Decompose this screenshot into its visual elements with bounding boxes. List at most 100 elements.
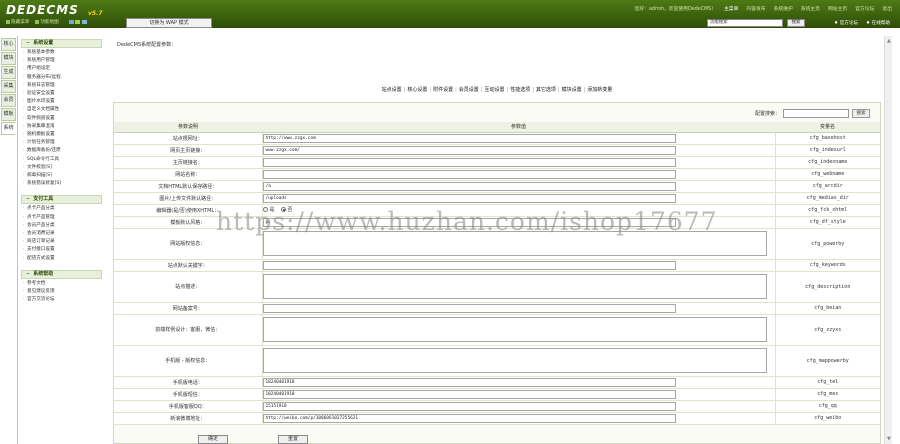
function-search-input[interactable]: 功能搜索 xyxy=(707,19,783,27)
nav-forum[interactable]: 官方论坛 xyxy=(855,5,874,12)
vtab-template[interactable]: 模板 xyxy=(1,108,16,121)
param-text-input[interactable]: www.zzgx.com/ xyxy=(262,145,676,155)
table-row: 图片/上传文件默认路径：/uploads cfg_medias_dir xyxy=(114,192,880,205)
reset-button[interactable]: 重置 xyxy=(278,435,308,444)
vtab-core[interactable]: 核心 xyxy=(1,38,16,51)
menu-item[interactable]: 系统日志管理 xyxy=(18,82,105,90)
menu-item[interactable]: 计划任务管理 xyxy=(18,139,105,147)
menu-group-title[interactable]: − 系统设置 xyxy=(21,39,102,48)
config-tab[interactable]: 模块设置 xyxy=(562,87,582,93)
menu-item[interactable]: 软件频道设置 xyxy=(18,115,105,123)
vtab-collect[interactable]: 采集 xyxy=(1,80,16,93)
config-tab[interactable]: 其它选项 xyxy=(536,87,556,93)
radio-option[interactable]: 否 xyxy=(280,206,293,213)
param-text-input[interactable]: 18240401918 xyxy=(262,377,676,387)
nav-main-menu[interactable]: 主菜单 xyxy=(724,5,738,12)
skin-green-icon[interactable] xyxy=(75,20,81,24)
menu-item[interactable]: 数据库备份/还原 xyxy=(18,147,105,155)
menu-item[interactable]: SQL命令行工具 xyxy=(18,156,105,164)
param-text-input[interactable]: pc xyxy=(262,217,676,227)
param-text-input[interactable]: /uploads xyxy=(262,193,676,203)
config-tab[interactable]: 添加新变量 xyxy=(587,87,612,93)
param-text-input[interactable] xyxy=(262,169,676,179)
param-textarea[interactable] xyxy=(262,348,767,373)
menu-group-title[interactable]: − 系统帮助 xyxy=(21,269,102,279)
nav-logout[interactable]: 退出 xyxy=(882,5,892,12)
menu-item[interactable]: 会员产品分类 xyxy=(18,222,105,230)
nav-system-home[interactable]: 系统主页 xyxy=(801,5,820,12)
config-search-button[interactable]: 搜索 xyxy=(852,109,870,118)
menu-item[interactable]: 点卡产品分类 xyxy=(18,205,105,213)
menu-item[interactable]: 意见建议反馈 xyxy=(18,288,105,296)
config-tab[interactable]: 核心设置 xyxy=(407,87,427,93)
menu-item[interactable]: 防采集串混淆 xyxy=(18,123,105,131)
param-text-input[interactable] xyxy=(262,260,676,270)
param-text-input[interactable] xyxy=(262,303,676,313)
menu-item[interactable]: 配货方式设置 xyxy=(18,255,105,263)
scrollbar[interactable]: ▲ ▼ xyxy=(884,36,892,444)
menu-group-title[interactable]: − 支付工具 xyxy=(21,195,102,205)
hide-menu-button[interactable]: 隐藏菜单 xyxy=(6,19,29,25)
param-text-input[interactable]: http://weibo.com/p/1006061027255621 xyxy=(262,413,676,423)
nav-system-maintain[interactable]: 系统维护 xyxy=(774,5,793,12)
menu-item[interactable]: 自定义文档属性 xyxy=(18,106,105,114)
param-variable: cfg_mappowerby xyxy=(775,345,880,377)
menu-item[interactable]: 会员消费记录 xyxy=(18,230,105,238)
vtab-generate[interactable]: 生成 xyxy=(1,66,16,79)
ok-button[interactable]: 确定 xyxy=(198,435,228,444)
table-row: 站点描述： cfg_description xyxy=(114,271,880,303)
param-textarea[interactable] xyxy=(262,231,767,256)
scroll-up-icon[interactable]: ▲ xyxy=(887,38,891,44)
menu-item[interactable]: 商店订单记录 xyxy=(18,238,105,246)
menu-item[interactable]: 随机模板设置 xyxy=(18,131,105,139)
skin-blue-icon[interactable] xyxy=(68,20,74,24)
official-forum-link[interactable]: ♦ 官方论坛 xyxy=(834,20,858,26)
menu-item[interactable]: 文件校验[S] xyxy=(18,164,105,172)
menu-item[interactable]: 系统基本参数 xyxy=(18,49,105,57)
config-tab[interactable]: 性能选项 xyxy=(510,87,530,93)
welcome-text: 您好：admin，欢迎使用DedeCMS！ xyxy=(634,7,716,12)
menu-item[interactable]: 支付接口设置 xyxy=(18,246,105,254)
nav-site-home[interactable]: 网站主页 xyxy=(828,5,847,12)
param-value-cell: 18240401918 xyxy=(262,376,776,389)
scroll-down-icon[interactable]: ▼ xyxy=(887,436,891,442)
config-tab[interactable]: 互动设置 xyxy=(484,87,504,93)
menu-item[interactable]: 参考文档 xyxy=(18,280,105,288)
config-tab[interactable]: 附件设置 xyxy=(433,87,453,93)
wap-mode-button[interactable]: 切换为 WAP 模式 xyxy=(126,18,212,28)
menu-item[interactable]: 系统错误修复[S] xyxy=(18,180,105,188)
vtab-system[interactable]: 系统 xyxy=(1,122,16,135)
param-text-input[interactable]: 18240401918 xyxy=(262,389,676,399)
function-map-button[interactable]: 功能地图 xyxy=(35,19,59,25)
function-search-button[interactable]: 搜索 xyxy=(787,19,805,27)
config-search-input[interactable] xyxy=(783,109,849,118)
breadcrumb: DedeCMS系统配置参数： xyxy=(117,42,177,48)
tab-separator: | xyxy=(455,87,457,93)
menu-item[interactable]: 用户组设定 xyxy=(18,65,105,73)
param-label: 前端样例设计：客服，微信： xyxy=(114,314,263,346)
radio-option[interactable]: 是 xyxy=(262,206,275,213)
menu-item[interactable]: 图片水印设置 xyxy=(18,98,105,106)
nav-content-publish[interactable]: 内容发布 xyxy=(746,5,765,12)
param-text-input[interactable]: 15151918 xyxy=(262,401,676,411)
param-text-input[interactable] xyxy=(262,157,676,167)
vtab-member[interactable]: 会员 xyxy=(1,94,16,107)
param-text-input[interactable]: http://www.zzgx.com xyxy=(262,133,676,143)
menu-item[interactable]: 官方交流论坛 xyxy=(18,296,105,304)
config-tab[interactable]: 会员设置 xyxy=(459,87,479,93)
config-tab[interactable]: 站点设置 xyxy=(382,87,402,93)
menu-item[interactable]: 系统用户管理 xyxy=(18,57,105,65)
param-text-input[interactable]: /a xyxy=(262,181,676,191)
param-textarea[interactable] xyxy=(262,317,767,342)
param-value-cell xyxy=(262,168,776,181)
param-textarea[interactable] xyxy=(262,274,767,299)
menu-item[interactable]: 验证安全设置 xyxy=(18,90,105,98)
vtab-module[interactable]: 模块 xyxy=(1,52,16,65)
menu-item[interactable]: 服务器分布/远程 xyxy=(18,74,105,82)
table-row: 网站版权信息： cfg_powerby xyxy=(114,228,880,260)
skin-lightblue-icon[interactable] xyxy=(81,20,87,24)
menu-item[interactable]: 点卡产品管理 xyxy=(18,214,105,222)
menu-item[interactable]: 病毒扫描[S] xyxy=(18,172,105,180)
online-help-link[interactable]: ♦ 在线帮助 xyxy=(866,20,890,26)
param-value-cell: www.zzgx.com/ xyxy=(262,144,776,157)
